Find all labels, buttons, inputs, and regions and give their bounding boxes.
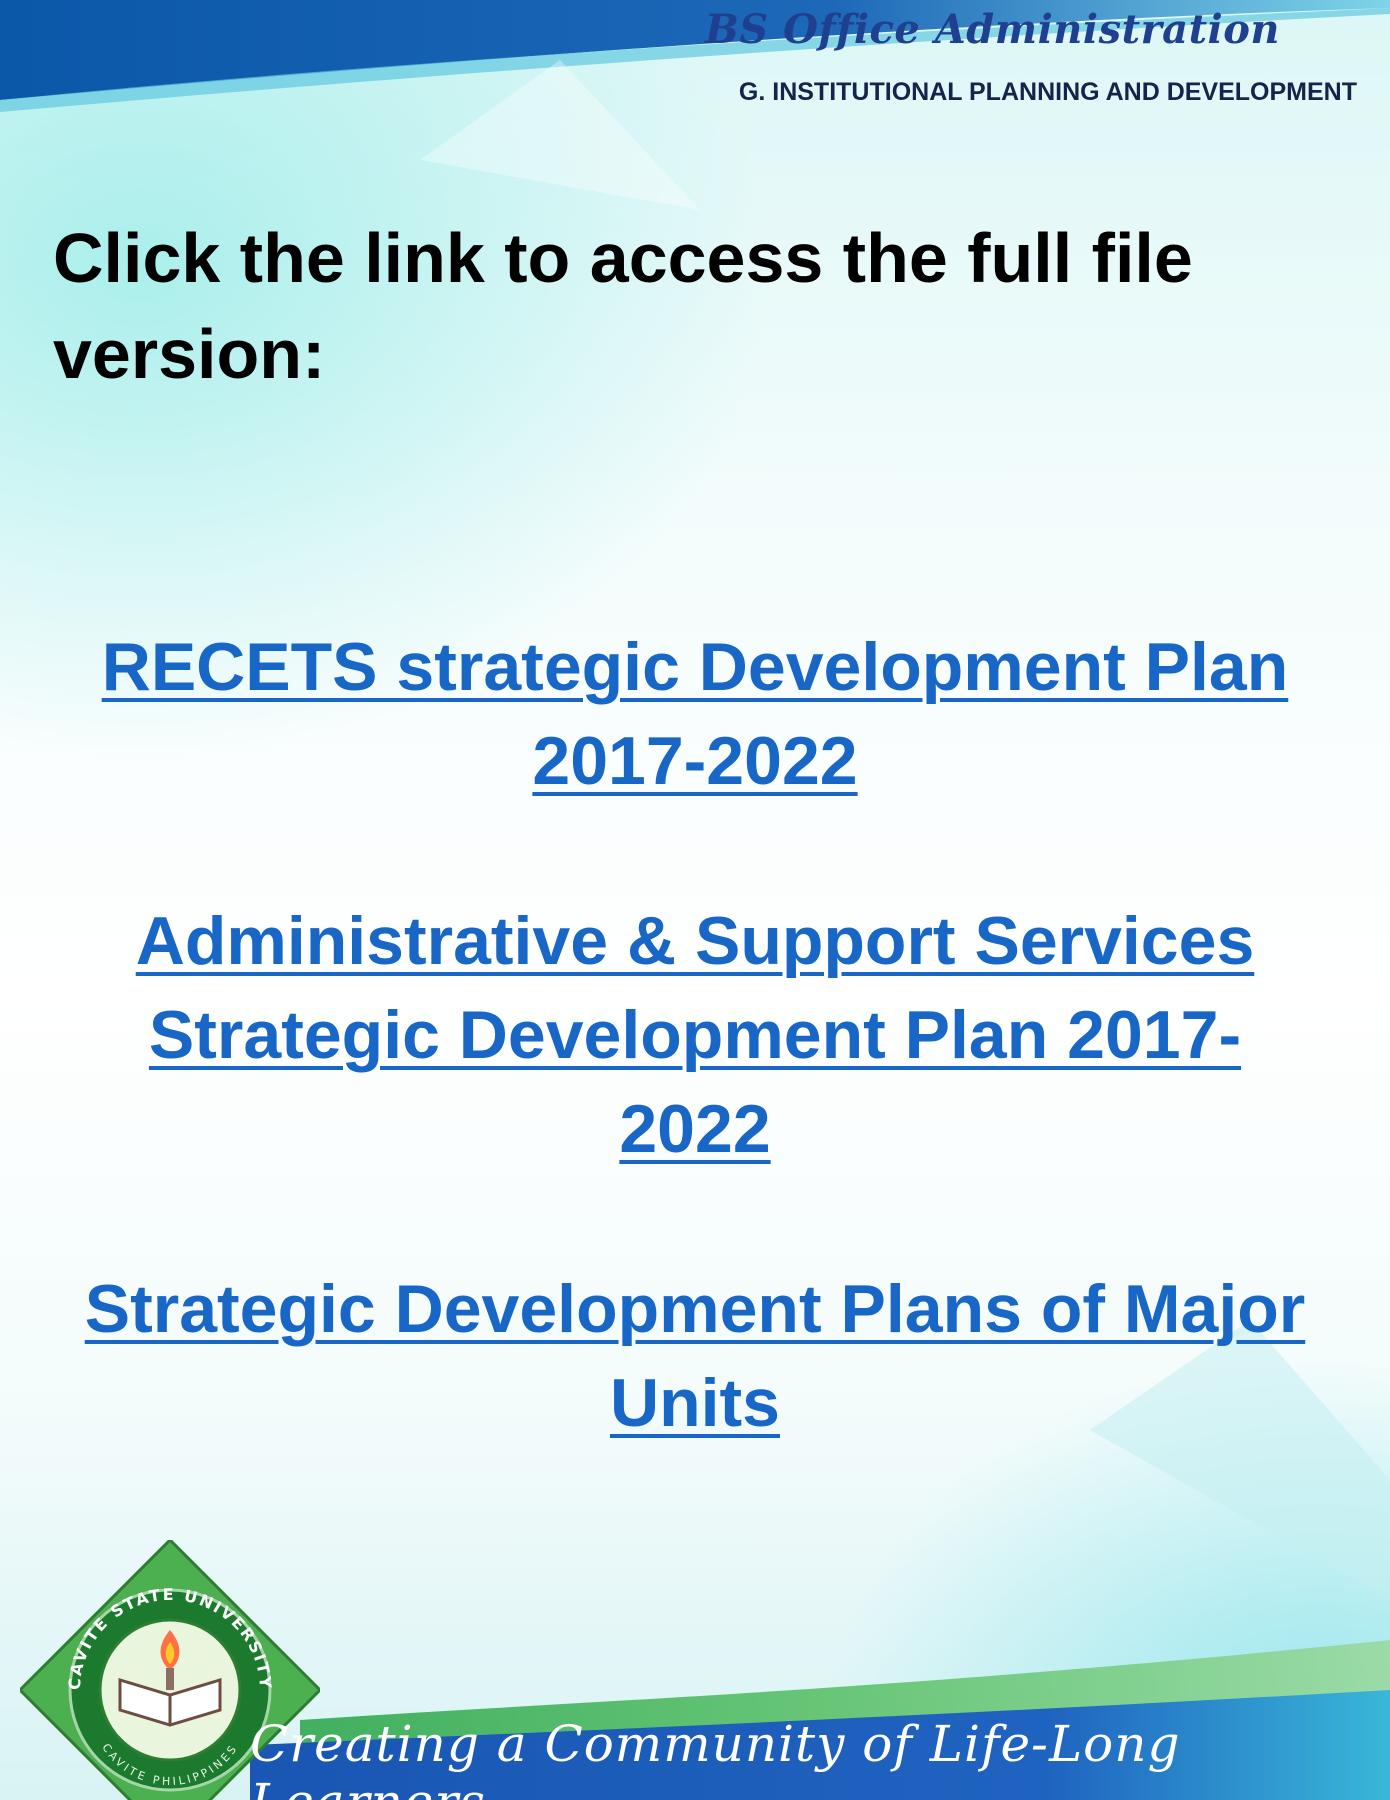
document-page: BS Office Administration G. INSTITUTIONA… — [0, 0, 1390, 1800]
link-admin-support-plan[interactable]: Administrative & Support Services Strate… — [95, 894, 1295, 1176]
program-title: BS Office Administration — [704, 6, 1280, 53]
link-major-units-plans[interactable]: Strategic Development Plans of Major Uni… — [45, 1262, 1345, 1450]
section-heading: G. INSTITUTIONAL PLANNING AND DEVELOPMEN… — [738, 78, 1357, 106]
footer-tagline: Creating a Community of Life-Long Learne… — [250, 1715, 1181, 1800]
intro-text: Click the link to access the full file v… — [53, 219, 1193, 393]
link-list: RECETS strategic Development Plan 2017-2… — [0, 620, 1390, 1450]
link-recets-plan[interactable]: RECETS strategic Development Plan 2017-2… — [95, 620, 1295, 808]
